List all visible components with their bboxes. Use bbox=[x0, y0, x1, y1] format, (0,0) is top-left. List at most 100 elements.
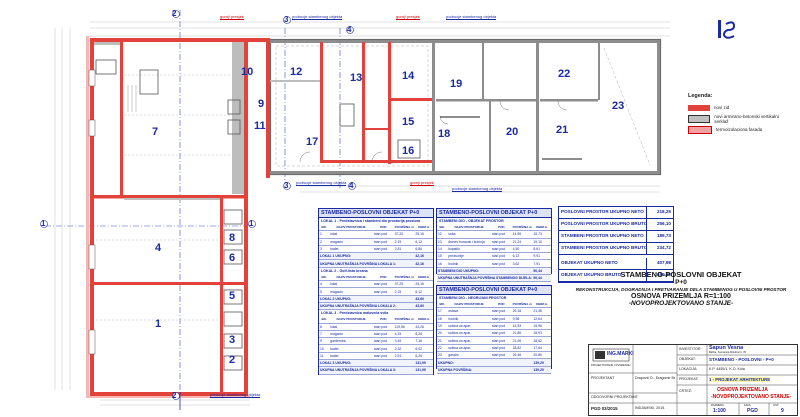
table-cell: stari pod bbox=[372, 352, 394, 361]
table-header-row: BR. NAZIV PROSTORIJE POD POVRŠINA m² OBIM m bbox=[319, 224, 433, 232]
table-row: 3 toalet stari pod 2,81 6,86 bbox=[319, 245, 433, 254]
stamp-location-label: LOKACIJA: bbox=[679, 367, 698, 371]
summary-row: STAMBENI PROSTOR UKUPNO BRUTO 234,72 bbox=[559, 243, 673, 255]
table-cell: 3,45 bbox=[393, 337, 415, 346]
table-title: STAMBENO-POSLOVNI OBJEKAT P+0 bbox=[319, 209, 433, 218]
table-cell: 3 bbox=[319, 245, 330, 254]
room-number-21: 21 bbox=[556, 124, 569, 136]
axis-1-right: 1 bbox=[249, 219, 254, 228]
table-cell: 21,24 bbox=[511, 238, 533, 246]
table-cell: hodnik bbox=[447, 259, 491, 268]
table-header-cell: POD bbox=[372, 224, 394, 232]
summary-row: POSLOVNI PROSTOR UKUPNO BRUTO 256,10 bbox=[559, 219, 673, 231]
room-number-1: 1 bbox=[155, 318, 162, 330]
table-row: 13 dnevni boravak i kuhinja stari pod 21,24… bbox=[437, 238, 551, 246]
project-logo-icon bbox=[718, 20, 736, 39]
table-header-cell: BR. bbox=[319, 273, 330, 282]
table-row: 6 lokal stari pod 119,56 44,26 bbox=[319, 323, 433, 331]
table-cell: stari pod bbox=[372, 238, 394, 246]
axis-3-mid: 3 bbox=[284, 181, 289, 190]
table-row: 21 sobica za apar. stari pod 21,06 18,62 bbox=[437, 336, 551, 345]
stamp-location: K.P. 4455/1, K.O. Kula bbox=[709, 367, 745, 371]
summary-label: OBJEKAT UKUPNO NETO bbox=[561, 260, 618, 265]
table-cell: 16 bbox=[437, 259, 448, 268]
table-cell: toalet bbox=[329, 245, 373, 254]
table-header-cell: NAZIV PROSTORIJE bbox=[329, 224, 373, 232]
summary-value: 218,25 bbox=[646, 207, 673, 218]
table-sum-label: LOKAL 2 UKUPNO: bbox=[319, 295, 415, 303]
stamp-date: INDJAMSKI, 2015. bbox=[635, 406, 666, 410]
room-number-22: 22 bbox=[558, 68, 571, 80]
table-cell: 1 bbox=[319, 230, 330, 239]
axis-4-top: 4 bbox=[347, 25, 352, 34]
table-cell: garderoba bbox=[329, 337, 373, 346]
room-number-5: 5 bbox=[229, 290, 236, 302]
table-row: 15 predsoblje stari pod 6,12 9,91 bbox=[437, 252, 551, 261]
table-sum-row: UKUPNO: 139,29 bbox=[437, 358, 551, 367]
stamp-sheet-label: CRTEŽ: bbox=[679, 389, 692, 393]
table-cell: 21,06 bbox=[511, 336, 533, 345]
table-cell: 18,62 bbox=[532, 336, 551, 345]
table-cell: stari pod bbox=[372, 330, 394, 339]
table-cell: 18 bbox=[437, 315, 448, 323]
table-sum-label: UKUPNA UNUTRAŠNJA POVRŠINA LOKALA 2: bbox=[319, 302, 415, 311]
table-cell: 6 bbox=[319, 323, 330, 331]
section-tag: podrucje stambenog objekta bbox=[452, 186, 503, 192]
title-stamp: ING.MARKI PROJEKTOVANJE I IZVOĐENJE GRAĐ… bbox=[588, 344, 798, 416]
table-cell: 25,16 bbox=[414, 280, 433, 289]
summary-row: POSLOVNI PROSTOR UKUPNO NETO 218,25 bbox=[559, 207, 673, 219]
table-header-cell: POD bbox=[490, 301, 512, 309]
room-number-16: 16 bbox=[402, 145, 415, 157]
summary-row: STAMBENI PROSTOR UKUPNO NETO 189,73 bbox=[559, 231, 673, 243]
axis-4-mid: 4 bbox=[349, 181, 354, 190]
stamp-investor-address: Bačka, Svetozara Miletića br. 35 bbox=[709, 351, 747, 354]
table-cell: 37,29 bbox=[393, 280, 415, 289]
table-cell: 6,12 bbox=[414, 287, 433, 296]
table-sum-row: UKUPNA UNUTRAŠNJA POVRŠINA LOKALA 2: 43,6… bbox=[319, 302, 433, 311]
table-sum-value: 42,16 bbox=[414, 259, 433, 268]
table-header-row: BR. NAZIV PROSTORIJE POD POVRŠINA m² OBIM m bbox=[437, 301, 551, 309]
table-row: 20 sobica za apar. stari pod 21,86 18,93 bbox=[437, 329, 551, 338]
legend-swatch bbox=[688, 104, 710, 111]
stamp-sheet: OSNOVA PRIZEMLJA bbox=[717, 387, 768, 393]
area-table: BR. NAZIV PROSTORIJE POD POVRŠINA m² OBIM m 1… bbox=[437, 301, 551, 374]
table-title: STAMBENO-POSLOVNI OBJEKAT P+0 bbox=[437, 209, 551, 218]
table-header-cell: POVRŠINA m² bbox=[511, 301, 533, 309]
table-header-cell: NAZIV PROSTORIJE bbox=[447, 224, 491, 232]
stamp-phase: PGD bbox=[747, 408, 758, 414]
table-row: 1 lokal stari pod 37,20 25,16 bbox=[319, 230, 433, 239]
table-header-cell: OBIM m bbox=[414, 273, 433, 282]
area-table-stambeni: STAMBENO-POSLOVNI OBJEKAT P+0 STAMBENI D… bbox=[436, 208, 552, 283]
table-cell: stari pod bbox=[372, 337, 394, 346]
table-cell: 15 bbox=[437, 252, 448, 261]
table-header-cell: POD bbox=[372, 316, 394, 324]
room-number-13: 13 bbox=[350, 72, 363, 84]
table-sum-label: UKUPNA POVRŠINA: bbox=[437, 366, 533, 374]
stamp-project-label: PROJEKAT: bbox=[679, 377, 699, 381]
table-cell: 7,91 bbox=[532, 259, 551, 268]
table-cell: 2,32 bbox=[393, 344, 415, 353]
table-cell: 7,16 bbox=[414, 337, 433, 346]
table-cell: stari pod bbox=[490, 252, 512, 261]
room-number-6: 6 bbox=[229, 252, 236, 264]
table-cell: lokal bbox=[329, 230, 373, 239]
table-cell: 11 bbox=[319, 352, 330, 361]
table-row: 9 garderoba stari pod 3,45 7,16 bbox=[319, 337, 433, 346]
table-cell: stari pod bbox=[490, 245, 512, 254]
table-header-cell: POVRŠINA m² bbox=[393, 316, 415, 324]
table-row: 22 sobica za apar. stari pod 18,82 17,64 bbox=[437, 344, 551, 353]
drawing-title-block: STAMBENO-POSLOVNI OBJEKAT P+0 REKONSTRUK… bbox=[570, 270, 792, 307]
table-cell: 21,36 bbox=[532, 307, 551, 316]
table-sum-label: LOKAL 3 UKUPNO: bbox=[319, 359, 415, 368]
table-cell: hodnik bbox=[447, 315, 491, 323]
table-cell: stari pod bbox=[490, 336, 512, 345]
table-row: 23 garaža stari pod 26,46 20,86 bbox=[437, 351, 551, 360]
legend-label: termoizolaciona fasada bbox=[716, 127, 763, 132]
axis-1-left: 1 bbox=[41, 219, 46, 228]
table-row: 5 magacin stari pod 2,15 6,12 bbox=[319, 287, 433, 296]
room-number-9: 9 bbox=[258, 98, 265, 110]
stamp-object-label: OBJEKAT: bbox=[679, 357, 696, 361]
table-header-cell: POVRŠINA m² bbox=[393, 273, 415, 282]
table-row: 12 soba stari pod 14,96 15,73 bbox=[437, 230, 551, 239]
table-cell: 6,12 bbox=[511, 252, 533, 261]
